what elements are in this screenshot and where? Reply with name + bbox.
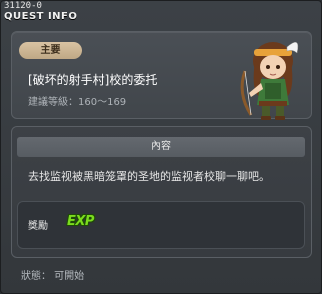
npc-portrait-icon <box>240 41 299 120</box>
quest-info-window: 31120-0 QUEST INFO 主要 [破坏的射手村]校的委托 建議等級：… <box>0 0 322 294</box>
reward-box <box>17 201 305 249</box>
exp-reward-icon: EXP <box>67 214 94 229</box>
quest-description: 去找监视被黑暗笼罩的圣地的监视者校聊一聊吧。 <box>28 170 270 183</box>
reward-label: 獎勵 <box>28 221 48 232</box>
quest-title: [破坏的射手村]校的委托 <box>28 73 158 87</box>
quest-type-badge: 主要 <box>19 42 82 59</box>
window-title: QUEST INFO <box>4 11 78 22</box>
quest-id: 31120-0 <box>4 1 42 11</box>
quest-status: 狀態： 可開始 <box>21 271 85 282</box>
quest-level-range: 建議等級：160～169 <box>28 97 127 108</box>
content-header: 內容 <box>17 137 305 157</box>
